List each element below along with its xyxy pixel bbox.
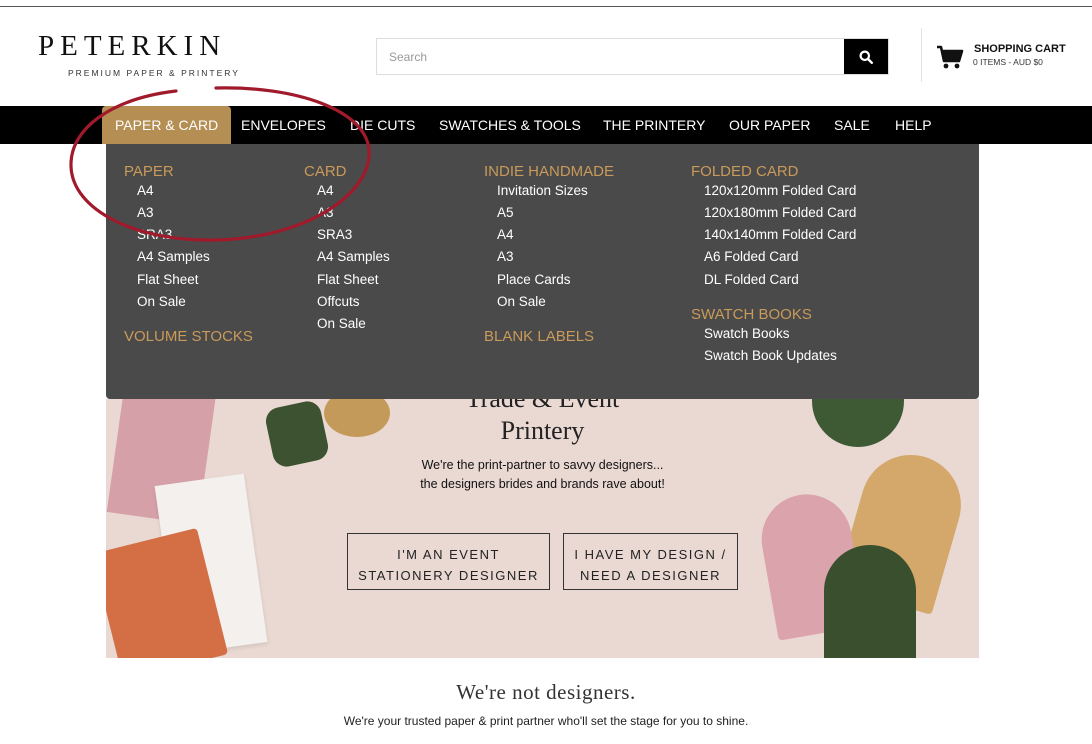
menu-link-paper-a3[interactable]: A3 [137,205,154,220]
event-stationery-designer-button[interactable]: I'M AN EVENT STATIONERY DESIGNER [347,533,550,590]
btn1-line1: I'M AN EVENT [397,546,500,562]
btn2-line1: I HAVE MY DESIGN / [574,546,727,562]
menu-link-swatch-book-updates[interactable]: Swatch Book Updates [704,348,837,363]
menu-link-indie-a4[interactable]: A4 [497,227,514,242]
menu-link-folded-120x120[interactable]: 120x120mm Folded Card [704,183,856,198]
menu-link-folded-120x180[interactable]: 120x180mm Folded Card [704,205,856,220]
menu-link-paper-a4[interactable]: A4 [137,183,154,198]
menu-heading-swatch-books[interactable]: SWATCH BOOKS [691,306,812,323]
search-bar [376,38,889,75]
menu-link-card-offcuts[interactable]: Offcuts [317,294,360,309]
menu-link-swatch-books[interactable]: Swatch Books [704,326,790,341]
nav-help[interactable]: HELP [895,106,932,144]
menu-heading-blank-labels[interactable]: BLANK LABELS [484,328,594,345]
nav-sale[interactable]: SALE [834,106,870,144]
menu-link-card-a4[interactable]: A4 [317,183,334,198]
nav-envelopes[interactable]: ENVELOPES [241,106,326,144]
menu-link-indie-invitation-sizes[interactable]: Invitation Sizes [497,183,588,198]
nav-our-paper[interactable]: OUR PAPER [729,106,810,144]
cart-summary: 0 ITEMS - AUD $0 [973,57,1043,67]
hero-title-line1: Trade & Event [106,399,979,414]
btn1-line2: STATIONERY DESIGNER [358,567,539,583]
menu-link-indie-a3[interactable]: A3 [497,249,514,264]
menu-link-indie-on-sale[interactable]: On Sale [497,294,546,309]
hero-subtitle-line1: We're the print-partner to savvy designe… [421,458,664,472]
menu-link-folded-140x140[interactable]: 140x140mm Folded Card [704,227,856,242]
main-nav: PAPER & CARD ENVELOPES DIE CUTS SWATCHES… [0,106,1092,144]
brand-tagline: PREMIUM PAPER & PRINTERY [68,68,240,78]
shopping-cart-link[interactable]: SHOPPING CART 0 ITEMS - AUD $0 [936,42,1086,72]
paper-card-mega-menu: PAPER A4 A3 SRA3 A4 Samples Flat Sheet O… [106,144,979,399]
nav-swatches-tools[interactable]: SWATCHES & TOOLS [439,106,581,144]
header-divider [921,28,922,82]
section-title: We're not designers. [456,680,636,704]
cart-title: SHOPPING CART [974,43,1066,55]
menu-link-folded-a6[interactable]: A6 Folded Card [704,249,799,264]
search-icon [859,50,873,64]
menu-link-card-on-sale[interactable]: On Sale [317,316,366,331]
section-subtitle: We're your trusted paper & print partner… [343,714,749,728]
hero-subtitle-line2: the designers brides and brands rave abo… [420,477,665,491]
menu-heading-paper[interactable]: PAPER [124,163,174,180]
nav-paper-card[interactable]: PAPER & CARD [102,106,232,144]
menu-link-paper-a4-samples[interactable]: A4 Samples [137,249,210,264]
menu-link-indie-a5[interactable]: A5 [497,205,514,220]
have-design-need-designer-button[interactable]: I HAVE MY DESIGN / NEED A DESIGNER [563,533,738,590]
search-button[interactable] [844,39,888,74]
menu-link-paper-sra3[interactable]: SRA3 [137,227,172,242]
search-input[interactable] [377,39,845,74]
nav-die-cuts[interactable]: DIE CUTS [350,106,415,144]
green-arch-card [824,545,916,658]
btn2-line2: NEED A DESIGNER [580,567,721,583]
brand-logo[interactable]: PETERKIN PREMIUM PAPER & PRINTERY [38,30,260,78]
menu-heading-folded-card[interactable]: FOLDED CARD [691,163,799,180]
hero-title-line2: Printery [500,416,585,445]
menu-link-indie-place-cards[interactable]: Place Cards [497,272,571,287]
menu-link-card-sra3[interactable]: SRA3 [317,227,352,242]
menu-link-card-a3[interactable]: A3 [317,205,334,220]
hero-banner: Trade & Event Printery We're the print-p… [106,399,979,658]
menu-heading-indie-handmade[interactable]: INDIE HANDMADE [484,163,614,180]
brand-name: PETERKIN [38,30,227,62]
nav-the-printery[interactable]: THE PRINTERY [603,106,705,144]
menu-link-folded-dl[interactable]: DL Folded Card [704,272,799,287]
cart-icon [937,45,964,69]
menu-link-paper-flat-sheet[interactable]: Flat Sheet [137,272,199,287]
menu-link-card-flat-sheet[interactable]: Flat Sheet [317,272,379,287]
menu-heading-card[interactable]: CARD [304,163,347,180]
menu-heading-volume-stocks[interactable]: VOLUME STOCKS [124,328,253,345]
top-rule [0,6,1092,7]
menu-link-card-a4-samples[interactable]: A4 Samples [317,249,390,264]
menu-link-paper-on-sale[interactable]: On Sale [137,294,186,309]
